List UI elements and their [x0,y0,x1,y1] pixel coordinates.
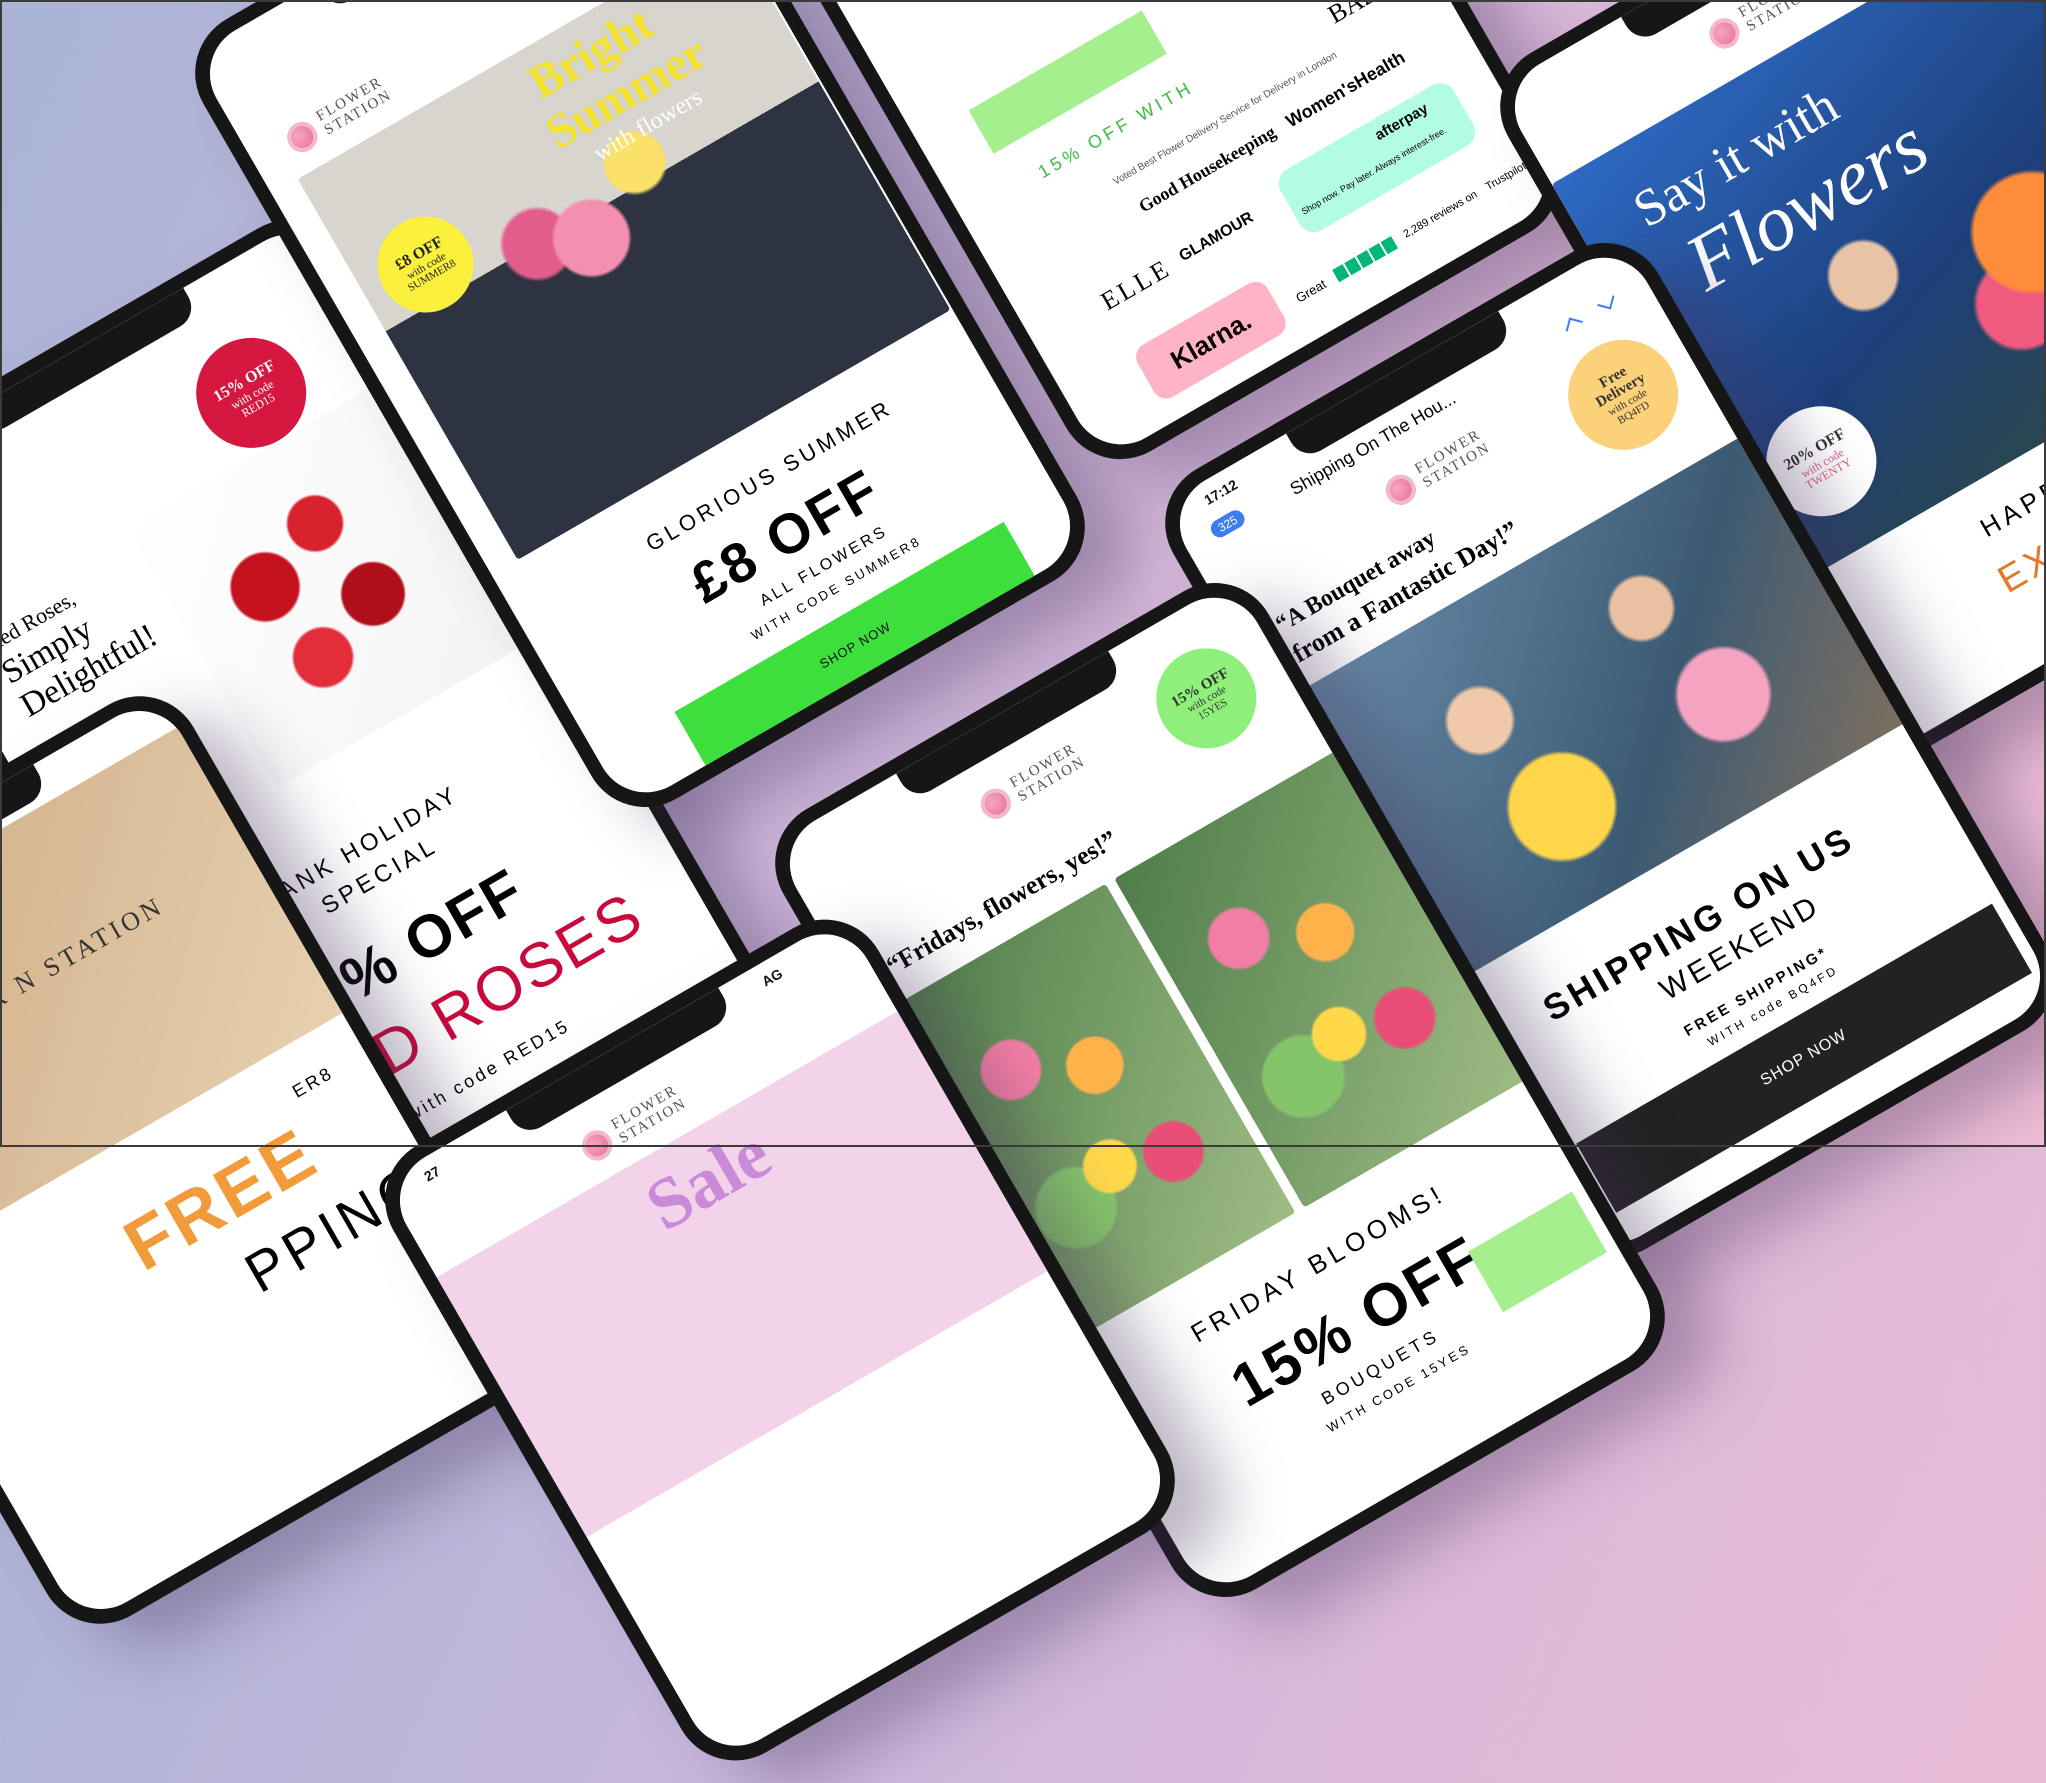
green-bar [968,10,1167,154]
box-text: OWER N STATION [0,890,170,1052]
rating-word: Great [1293,276,1329,306]
reviews-line: 2,289 reviews on [1401,188,1480,241]
shop-now-button[interactable] [1468,1191,1607,1313]
rose-logo-icon [281,116,323,158]
trustpilot-stars [1332,235,1400,283]
status-time: 17:12 [1201,476,1241,508]
klarna-logo: Klarna. [1164,304,1257,375]
press-logo-baz: BAZ [1322,0,1383,30]
footer-line1: HAPP [1974,471,2046,543]
phone-notch [0,287,199,439]
status-carrier: AG [759,965,786,990]
discount-badge: 15% OFF with code 15YES [1138,630,1275,767]
rose-logo-icon [1703,12,1745,54]
free-delivery-badge: Free Delivery with code BQ4FD [1548,319,1699,470]
trustpilot-logo: Trustpilot [1483,160,1529,194]
status-time: 27 [421,1162,443,1185]
back-count: 325 [1215,512,1240,535]
press-logo-good-housekeeping: Good Housekeeping [1135,121,1280,217]
press-logo-elle: ELLE [1095,253,1176,317]
phone-notch [316,0,544,12]
afterpay-line: Shop now. Pay later. Always interest-fre… [1299,125,1449,217]
press-logo-glamour: GLAMOUR [1176,209,1257,266]
back-count-badge[interactable]: 325 [1207,507,1248,541]
rose-logo-icon [576,1124,618,1166]
code-fragment: ER8 [288,1062,337,1102]
chevron-up-icon[interactable] [1565,317,1583,335]
rose-logo-icon [975,783,1017,825]
klarna-box: Klarna. [1130,276,1291,404]
chevron-down-icon[interactable] [1597,292,1615,310]
rose-logo-icon [1380,469,1422,510]
page: { "brand": {"line1": "FLOWER", "line2": … [0,0,2046,1783]
